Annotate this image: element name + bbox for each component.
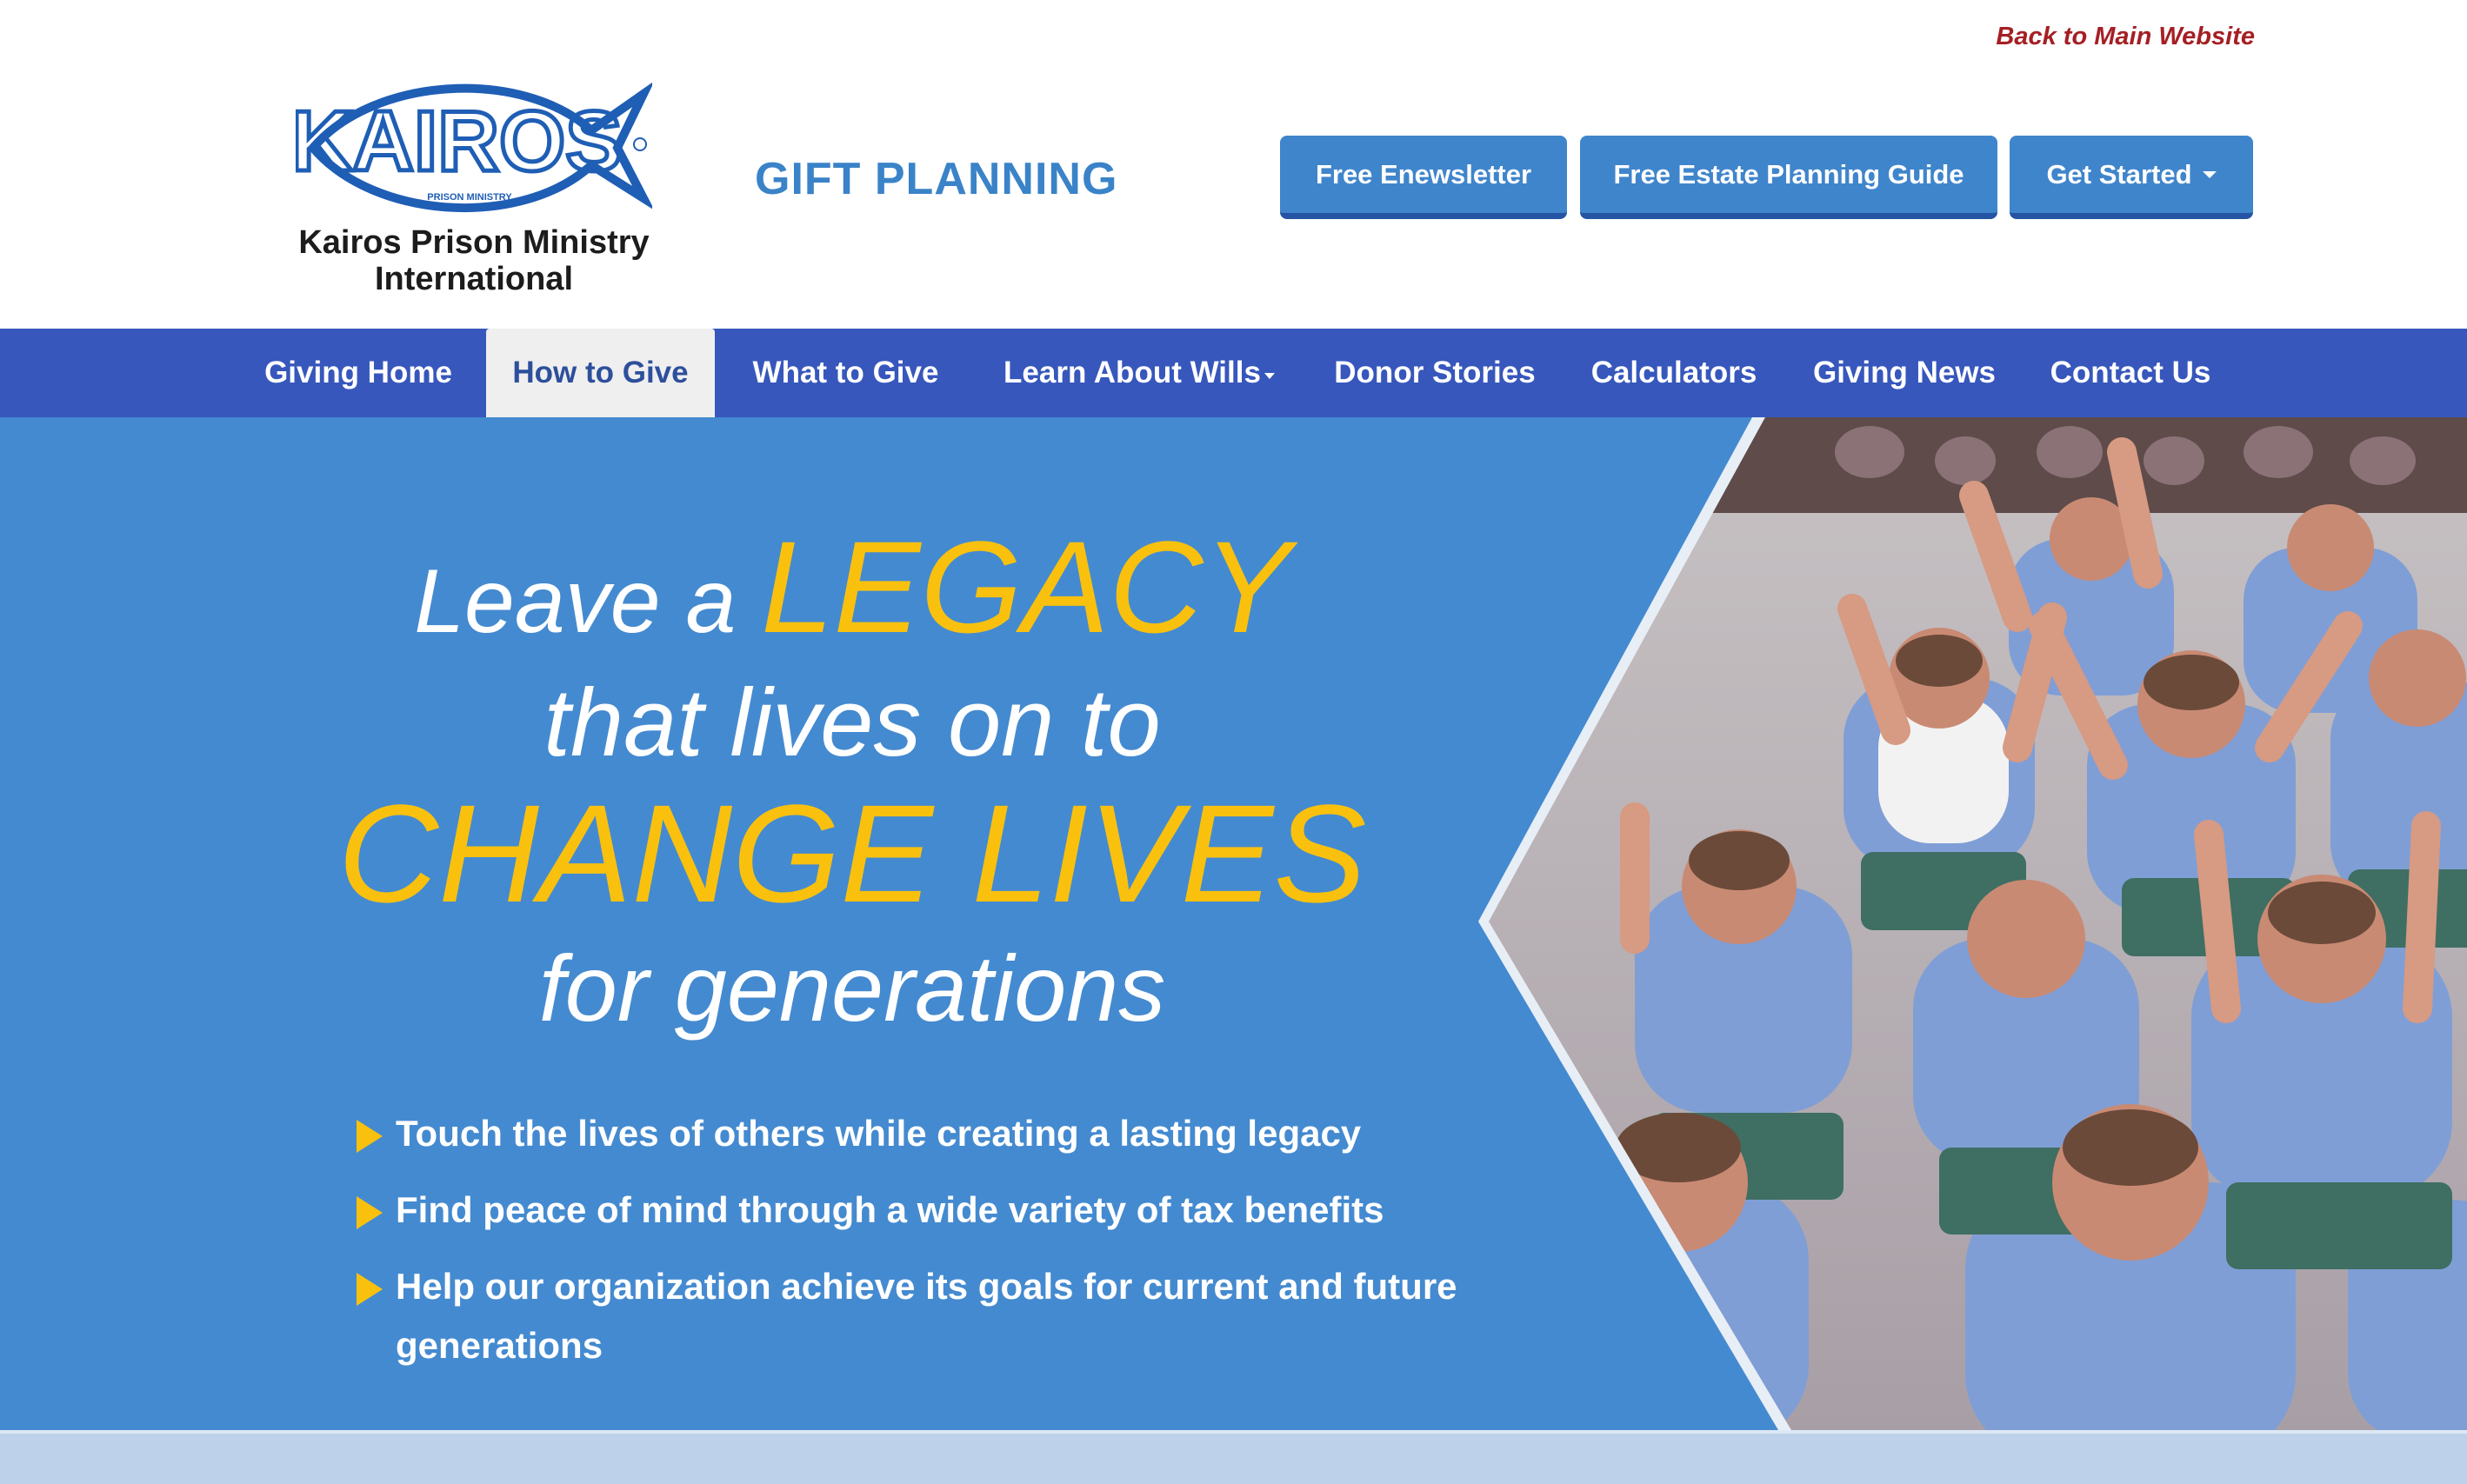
logo-subtext: PRISON MINISTRY <box>427 192 512 203</box>
hero-headline: Leave a LEGACY that lives on to CHANGE L… <box>261 522 1444 1049</box>
fish-logo-icon: KAIROS PRISON MINISTRY <box>296 82 652 213</box>
nav-item-contact-us[interactable]: Contact Us <box>2039 329 2222 417</box>
get-started-dropdown-button[interactable]: Get Started <box>2010 136 2253 219</box>
free-enewsletter-label: Free Enewsletter <box>1315 158 1532 190</box>
back-to-main-website-link[interactable]: Back to Main Website <box>1996 23 2255 51</box>
estate-guide-label: Free Estate Planning Guide <box>1613 158 1964 190</box>
get-started-label: Get Started <box>2046 158 2192 190</box>
headline-leave-a: Leave a <box>414 551 737 652</box>
bullet-text: Find peace of mind through a wide variet… <box>396 1189 1384 1230</box>
list-item: Help our organization achieve its goals … <box>357 1257 1504 1375</box>
nav-label: Learn About Wills <box>1003 356 1261 389</box>
benefit-list: Touch the lives of others while creating… <box>357 1104 1504 1393</box>
nav-label: Calculators <box>1590 356 1757 389</box>
list-item: Touch the lives of others while creating… <box>357 1104 1504 1163</box>
triangle-bullet-icon <box>357 1196 383 1229</box>
headline-legacy: LEGACY <box>761 514 1290 660</box>
triangle-bullet-icon <box>357 1273 383 1306</box>
free-estate-planning-guide-button[interactable]: Free Estate Planning Guide <box>1580 136 1997 219</box>
nav-item-calculators[interactable]: Calculators <box>1578 329 1770 417</box>
site-header: Back to Main Website KAIROS PRISON MINIS… <box>0 0 2467 329</box>
bullet-text: Touch the lives of others while creating… <box>396 1113 1362 1154</box>
nav-label: Giving News <box>1812 356 1997 389</box>
nav-item-learn-about-wills[interactable]: Learn About Wills <box>991 329 1287 417</box>
section-title: GIFT PLANNING <box>755 154 1118 204</box>
nav-label: Giving Home <box>264 356 452 389</box>
headline-line-1: Leave a LEGACY <box>261 522 1444 667</box>
nav-label: What to Give <box>752 356 939 389</box>
main-navigation: Giving Home How to Give What to Give Lea… <box>0 329 2467 417</box>
logo-wordmark: KAIROS <box>296 93 623 189</box>
nav-item-giving-home[interactable]: Giving Home <box>245 329 471 417</box>
free-enewsletter-button[interactable]: Free Enewsletter <box>1280 136 1567 219</box>
organization-name-line2: International <box>374 261 574 297</box>
nav-item-what-to-give[interactable]: What to Give <box>730 329 961 417</box>
headline-line-4: for generations <box>538 935 1166 1041</box>
organization-name: Kairos Prison Ministry International <box>287 224 661 297</box>
organization-name-line1: Kairos Prison Ministry <box>298 224 650 261</box>
footer-strip <box>0 1430 2467 1484</box>
list-item: Find peace of mind through a wide variet… <box>357 1181 1504 1240</box>
nav-label: How to Give <box>512 356 689 389</box>
nav-label: Contact Us <box>2050 356 2211 389</box>
caret-down-icon <box>1264 372 1275 379</box>
triangle-bullet-icon <box>357 1120 383 1153</box>
caret-down-icon <box>2202 170 2217 178</box>
bullet-text: Help our organization achieve its goals … <box>396 1266 1457 1366</box>
headline-line-2: that lives on to <box>543 669 1161 776</box>
nav-item-how-to-give[interactable]: How to Give <box>486 329 715 417</box>
nav-label: Donor Stories <box>1334 356 1536 389</box>
kairos-logo[interactable]: KAIROS PRISON MINISTRY Kairos Prison Min… <box>287 68 661 303</box>
headline-line-3: CHANGE LIVES <box>337 775 1367 931</box>
nav-item-donor-stories[interactable]: Donor Stories <box>1317 329 1552 417</box>
nav-item-giving-news[interactable]: Giving News <box>1800 329 2009 417</box>
hero-banner: Leave a LEGACY that lives on to CHANGE L… <box>0 417 2467 1430</box>
